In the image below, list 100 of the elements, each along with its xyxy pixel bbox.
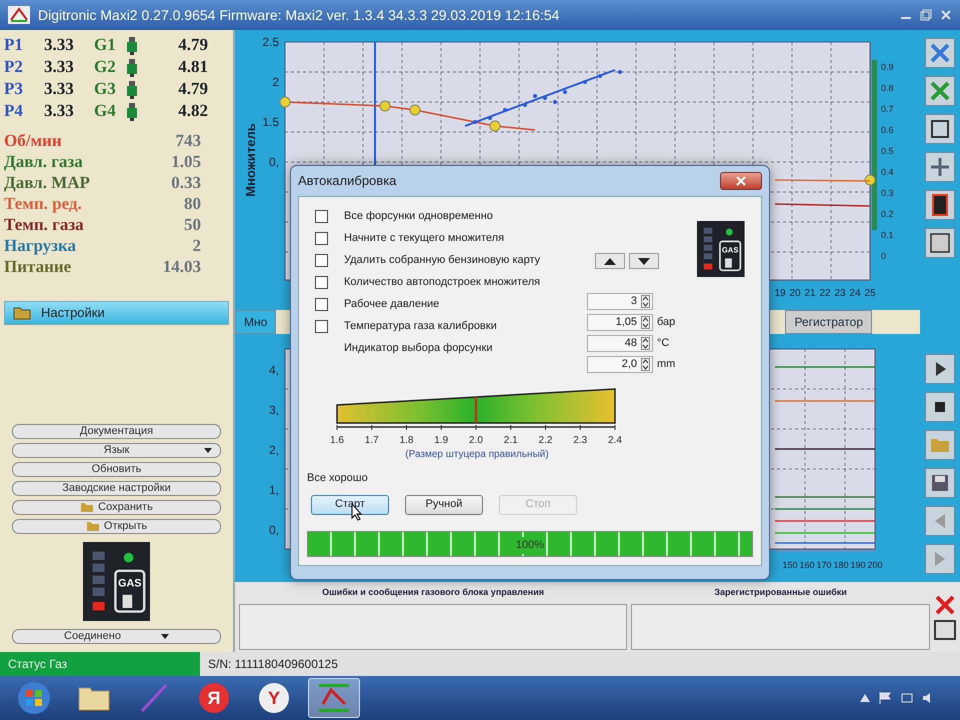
tick-label: 2.5 [262, 35, 279, 49]
injector-icon [126, 81, 138, 100]
pressure-value: 3.33 [44, 100, 75, 122]
tool-button[interactable] [925, 114, 955, 144]
tick-label: 20 [789, 288, 801, 299]
unit-label: mm [657, 357, 676, 372]
injector-label: G2 [94, 56, 117, 78]
unit-label: бар [657, 315, 676, 330]
menu-item[interactable]: Сохранить [12, 500, 221, 515]
parameter-value: 2 [192, 235, 201, 256]
tool-button[interactable] [925, 354, 955, 384]
tick-label: 3, [268, 403, 279, 417]
pressure-value: 3.33 [44, 34, 75, 56]
tick-label: 0, [268, 155, 279, 169]
start-orb-icon [17, 681, 51, 715]
arrow-button[interactable] [629, 253, 659, 269]
parameter-label: Давл. газа [4, 151, 83, 172]
tick-label: 190 [850, 560, 866, 570]
parameter-label: Темп. газа [4, 214, 84, 235]
checkbox[interactable] [315, 232, 328, 244]
square-icon[interactable] [934, 620, 956, 640]
checkbox[interactable] [315, 276, 328, 288]
letter-icon[interactable]: Я [199, 683, 229, 713]
injector-icon [126, 37, 138, 56]
square-icon [929, 232, 951, 254]
tool-button[interactable] [925, 190, 955, 220]
window-title: Digitronic Maxi2 0.27.0.9654 Firmware: Maxi2 ver. 1.3.4 34.3.3 29.03.2019 12:16:54 [38, 6, 560, 25]
pen-icon [138, 683, 170, 713]
checkbox[interactable] [315, 298, 328, 310]
tick-label: 0.8 [881, 83, 894, 93]
tick-label: 2.0 [469, 435, 483, 446]
status-message: Все хорошо [307, 471, 369, 486]
tool-button[interactable] [925, 228, 955, 258]
spin-field[interactable]: 1,05 [587, 314, 653, 331]
tick-label: 0 [881, 251, 886, 261]
serial-number: S/N: 1111180409600125 [207, 656, 339, 673]
connection-dropdown[interactable]: Соединено [12, 629, 221, 644]
taskbar-button[interactable] [308, 678, 360, 718]
spinner-icon [641, 316, 650, 329]
spin-field[interactable]: 48 [587, 335, 653, 352]
tool-button[interactable] [925, 468, 955, 498]
tool-button[interactable] [925, 392, 955, 422]
option-label: Температура газа калибровки [344, 318, 497, 334]
arrow-button[interactable] [595, 253, 625, 269]
parameter-value: 1.05 [171, 151, 201, 172]
tick-label: 2.3 [573, 435, 588, 446]
checkbox[interactable] [315, 210, 328, 222]
network-icon [900, 691, 914, 705]
app-logo-icon [8, 6, 30, 24]
parameter-label: Темп. ред. [4, 193, 82, 214]
dialog-button[interactable]: Ручной [405, 494, 483, 514]
spin-field[interactable]: 2,0 [587, 356, 653, 373]
arrow-left-icon [935, 514, 945, 528]
injector-label: G1 [94, 34, 117, 56]
menu-item[interactable]: Обновить [12, 462, 221, 477]
tick-label: 2 [272, 75, 279, 89]
tick-label: 0.5 [881, 146, 894, 156]
checkbox[interactable] [315, 320, 328, 332]
spin-field[interactable]: 3 [587, 293, 653, 310]
tick-label: 1.7 [364, 435, 379, 446]
parameter-value: 50 [184, 214, 201, 235]
menu-item[interactable]: Открыть [12, 518, 221, 534]
parameter-value: 743 [176, 130, 201, 151]
tick-label: 1.5 [262, 115, 279, 129]
tick-label: 170 [816, 560, 832, 570]
tick-label: 1.9 [434, 435, 448, 446]
flag-icon [878, 691, 892, 705]
menu-item[interactable]: Документация [12, 424, 221, 439]
option-label: Начните с текущего множителя [344, 230, 504, 246]
gauge-caption: (Размер штуцера правильный) [405, 448, 549, 462]
close-icon [736, 176, 746, 186]
arrow-up-icon [603, 256, 617, 266]
tab[interactable]: Мно [235, 310, 276, 334]
checkbox[interactable] [315, 254, 328, 266]
parameter-label: Нагрузка [4, 235, 76, 256]
clear-icon[interactable] [934, 594, 956, 616]
tab[interactable]: Регистратор [785, 310, 872, 334]
browser-icon[interactable]: Y [259, 683, 289, 713]
x-icon [929, 42, 951, 64]
spinner-icon [641, 337, 650, 350]
axis-title: Множитель [243, 123, 258, 197]
app-icon [317, 682, 351, 714]
close-icon[interactable] [940, 9, 952, 21]
tick-label: 21 [804, 288, 816, 299]
close-button[interactable] [720, 172, 762, 190]
tick-label: 2.2 [538, 435, 552, 446]
tick-label: 1, [268, 483, 279, 497]
tick-label: 2.4 [608, 435, 622, 446]
tick-label: 23 [834, 288, 846, 299]
option-label: Количество автоподстроек множителя [344, 274, 540, 290]
tick-label: 24 [849, 288, 861, 299]
menu-item[interactable]: Язык [12, 442, 221, 458]
tick-label: 19 [774, 288, 786, 299]
spinner-icon [641, 358, 650, 371]
folder-icon [78, 685, 110, 711]
settings-header[interactable]: Настройки [4, 301, 229, 325]
tick-label: 0.1 [881, 230, 894, 240]
cross-arrows-icon [929, 156, 951, 178]
restore-icon[interactable] [920, 9, 932, 21]
menu-item[interactable]: Заводские настройки [12, 480, 221, 496]
